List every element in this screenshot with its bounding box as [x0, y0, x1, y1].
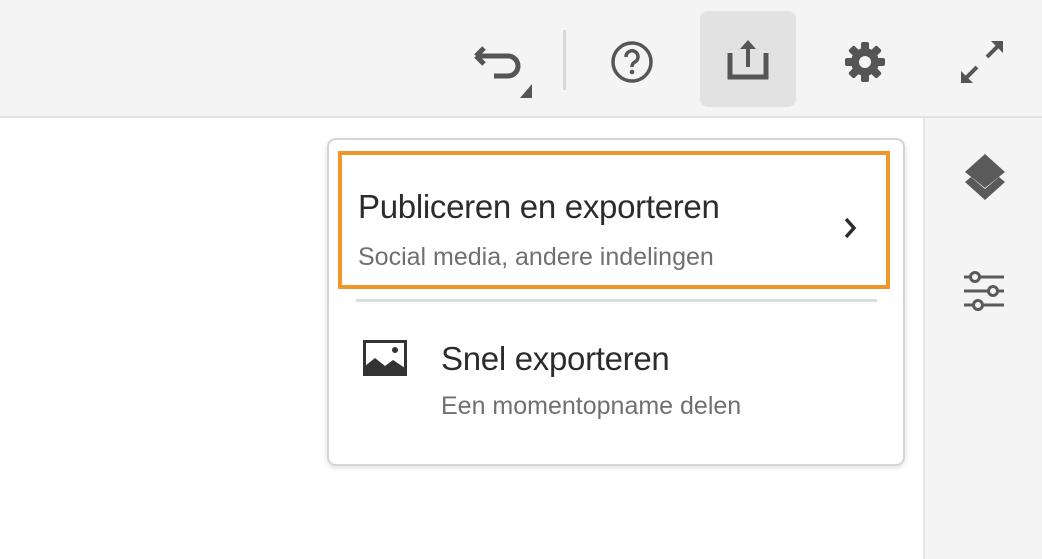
chevron-right-icon	[844, 217, 857, 239]
fullscreen-button[interactable]	[956, 36, 1008, 88]
share-button[interactable]	[700, 11, 796, 107]
top-toolbar	[0, 0, 1042, 118]
sliders-icon	[964, 271, 1004, 311]
share-icon	[727, 40, 769, 80]
undo-icon	[474, 46, 532, 98]
image-icon	[363, 340, 407, 376]
help-icon	[611, 41, 653, 83]
menu-item-quick-export[interactable]: Snel exporteren Een momentopname delen	[349, 315, 879, 445]
gear-icon	[845, 42, 885, 82]
menu-separator	[356, 299, 877, 302]
toolbar-divider	[563, 30, 566, 90]
menu-item-subtitle: Social media, andere indelingen	[358, 243, 714, 271]
share-menu-popover: Publiceren en exporteren Social media, a…	[327, 138, 905, 466]
adjustments-button[interactable]	[961, 268, 1007, 314]
layers-icon	[965, 154, 1005, 200]
help-button[interactable]	[608, 38, 656, 86]
menu-item-title: Snel exporteren	[441, 340, 670, 377]
settings-button[interactable]	[842, 39, 888, 85]
right-side-panel	[923, 118, 1042, 559]
menu-item-publish-export[interactable]: Publiceren en exporteren Social media, a…	[338, 151, 890, 289]
menu-item-subtitle: Een momentopname delen	[441, 392, 742, 420]
expand-icon	[961, 41, 1003, 83]
undo-button[interactable]	[470, 36, 540, 98]
layers-button[interactable]	[957, 150, 1013, 206]
menu-item-title: Publiceren en exporteren	[358, 188, 720, 225]
